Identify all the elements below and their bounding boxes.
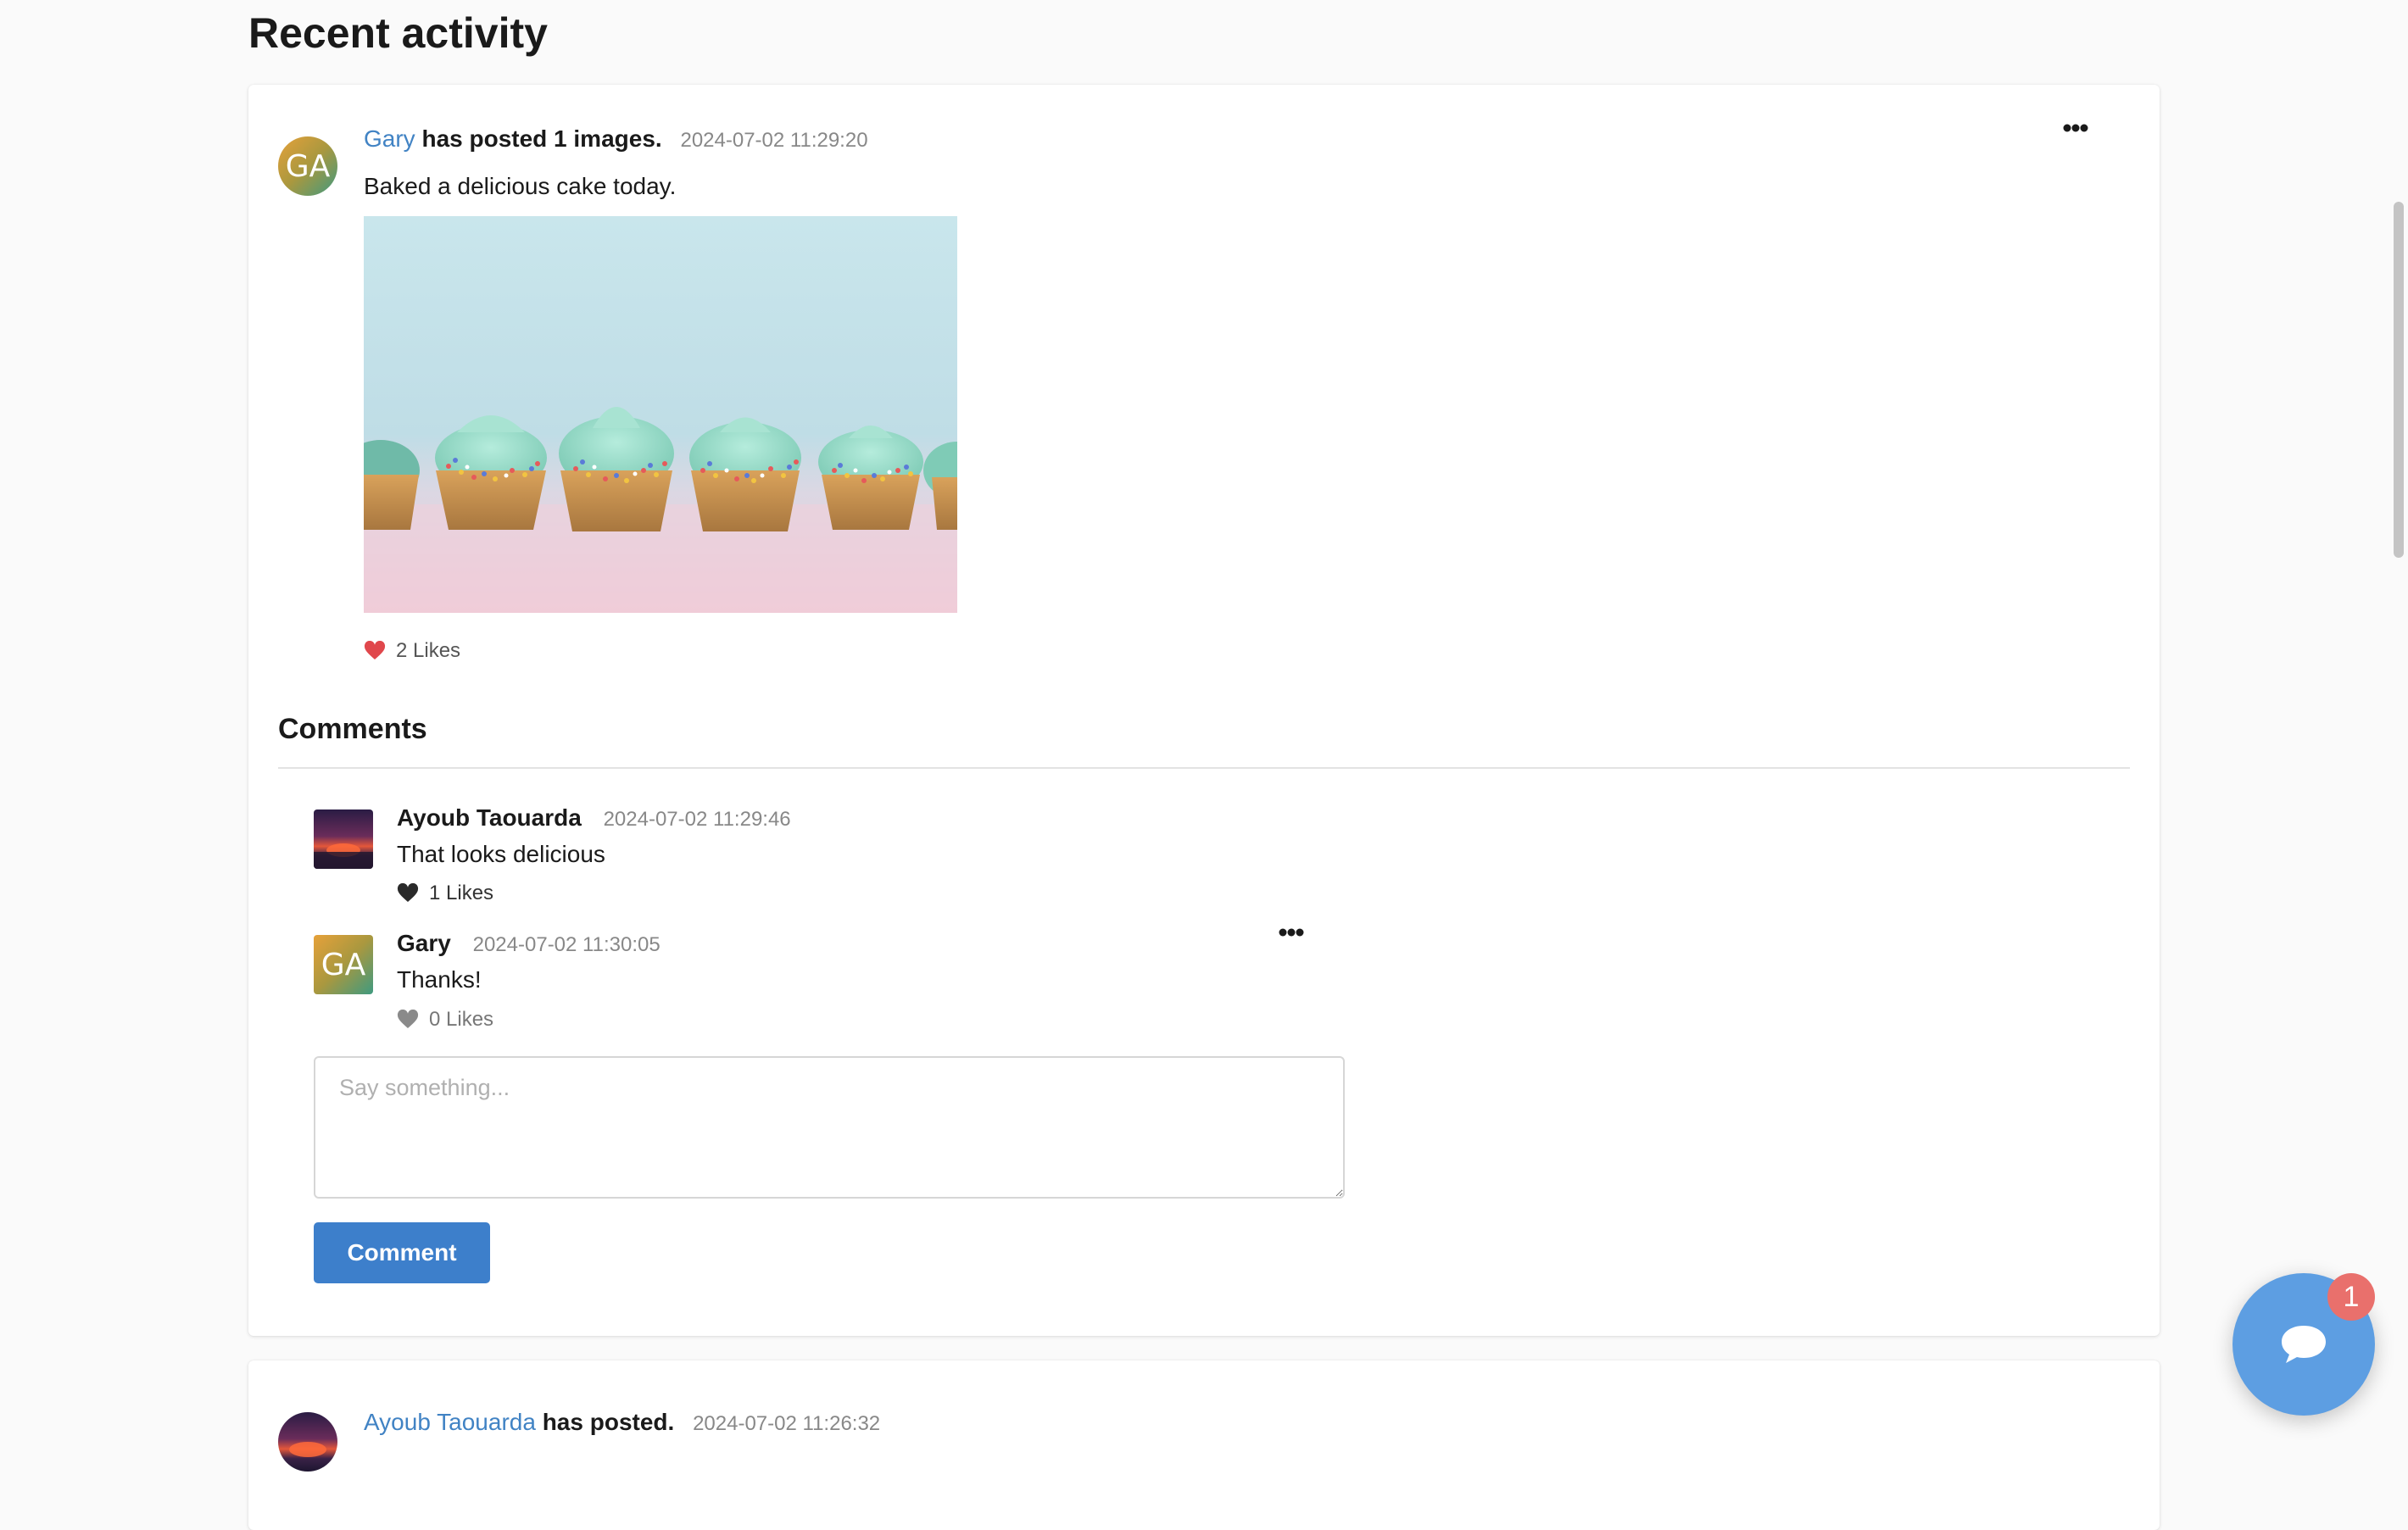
post-text: Baked a delicious cake today. [364, 173, 677, 199]
avatar[interactable]: GA [314, 935, 373, 994]
page-title: Recent activity [248, 9, 548, 57]
comment-button[interactable]: Comment [314, 1222, 490, 1283]
likes-count: 2 Likes [396, 639, 461, 662]
avatar[interactable] [314, 810, 373, 869]
comment-text: That looks delicious [397, 841, 605, 867]
sunset-avatar-icon [314, 843, 373, 869]
comment-input[interactable] [314, 1056, 1345, 1199]
comment-likes[interactable]: 1 Likes [397, 881, 493, 906]
post-options-icon[interactable] [2063, 123, 2088, 133]
post-action: has posted. [542, 1409, 675, 1435]
comments-title: Comments [278, 713, 427, 745]
comment-options-icon[interactable] [1279, 927, 1304, 937]
divider [278, 767, 2130, 769]
comment-timestamp: 2024-07-02 11:30:05 [472, 933, 661, 956]
comment-likes[interactable]: 0 Likes [397, 1007, 493, 1032]
likes-count: 1 Likes [429, 882, 494, 904]
avatar-initials: GA [285, 148, 331, 184]
post-action: has posted 1 images. [421, 125, 662, 152]
scrollbar[interactable] [2394, 202, 2404, 558]
heart-icon[interactable] [397, 1010, 419, 1030]
comment-timestamp: 2024-07-02 11:29:46 [603, 808, 791, 831]
comment-author-name[interactable]: Ayoub Taouarda [397, 804, 582, 831]
author-link[interactable]: Ayoub Taouarda [364, 1409, 536, 1435]
comment-author: Gary 2024-07-02 11:30:05 [397, 926, 661, 962]
comment-author-name[interactable]: Gary [397, 930, 451, 956]
post-timestamp: 2024-07-02 11:26:32 [693, 1412, 881, 1435]
cupcakes-photo-icon [342, 216, 991, 613]
comment-text: Thanks! [397, 966, 482, 993]
chat-bubble-icon [2282, 1326, 2326, 1363]
avatar-initials: GA [321, 947, 366, 982]
post-image[interactable] [342, 216, 991, 613]
author-link[interactable]: Gary [364, 125, 415, 152]
heart-icon[interactable] [397, 883, 419, 904]
heart-icon[interactable] [364, 641, 386, 661]
likes-count: 0 Likes [429, 1008, 494, 1031]
avatar[interactable]: GA [278, 136, 337, 196]
avatar[interactable] [278, 1412, 337, 1472]
comment-author: Ayoub Taouarda 2024-07-02 11:29:46 [397, 801, 791, 837]
activity-card: GA Gary has posted 1 images. 2024-07-02 … [248, 85, 2160, 1336]
post-timestamp: 2024-07-02 11:29:20 [680, 129, 868, 152]
notification-badge: 1 [2327, 1273, 2375, 1321]
post-header: Gary has posted 1 images. 2024-07-02 11:… [364, 122, 868, 158]
activity-card: Ayoub Taouarda has posted. 2024-07-02 11… [248, 1360, 2160, 1530]
post-likes[interactable]: 2 Likes [364, 638, 460, 664]
post-header: Ayoub Taouarda has posted. 2024-07-02 11… [364, 1405, 880, 1441]
sunset-avatar-icon [289, 1442, 326, 1457]
